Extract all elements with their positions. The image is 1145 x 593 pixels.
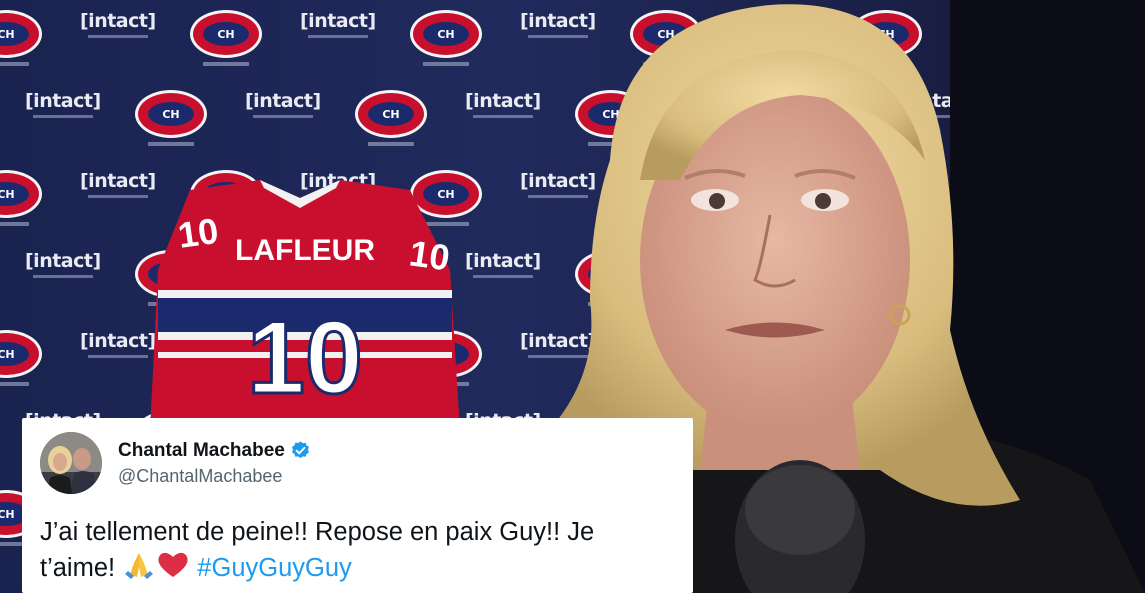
red-heart-icon bbox=[158, 552, 188, 577]
intact-sponsor-logo: [intact] bbox=[300, 10, 376, 38]
intact-sponsor-logo: [intact] bbox=[80, 10, 156, 38]
intact-sponsor-logo: [intact] bbox=[25, 250, 101, 278]
handle[interactable]: @ChantalMachabee bbox=[118, 466, 311, 487]
hashtag-link[interactable]: #GuyGuyGuy bbox=[197, 554, 351, 582]
tweet-card: Chantal Machabee @ChantalMachabee J’ai t… bbox=[22, 418, 693, 593]
canadiens-logo: CH bbox=[190, 10, 262, 66]
jersey-sleeve-number-right: 10 bbox=[407, 232, 452, 278]
display-name[interactable]: Chantal Machabee bbox=[118, 440, 285, 462]
canadiens-logo: CH bbox=[0, 10, 42, 66]
canadiens-logo: CH bbox=[0, 330, 42, 386]
praying-hands-icon bbox=[125, 553, 154, 579]
tweet-header: Chantal Machabee @ChantalMachabee bbox=[40, 432, 675, 494]
jersey-sleeve-number: 10 bbox=[175, 210, 220, 256]
intact-sponsor-logo: [intact] bbox=[80, 330, 156, 358]
jersey-number: 10 bbox=[247, 300, 363, 416]
avatar[interactable] bbox=[40, 432, 102, 494]
canadiens-logo: CH bbox=[0, 170, 42, 226]
intact-sponsor-logo: [intact] bbox=[245, 90, 321, 118]
canadiens-logo: CH bbox=[410, 10, 482, 66]
lafleur-jersey: LAFLEUR 10 10 10 bbox=[150, 180, 460, 430]
canadiens-logo: CH bbox=[355, 90, 427, 146]
intact-sponsor-logo: [intact] bbox=[25, 90, 101, 118]
intact-sponsor-logo: [intact] bbox=[80, 170, 156, 198]
avatar-photo bbox=[40, 432, 102, 494]
canadiens-logo: CH bbox=[135, 90, 207, 146]
verified-badge-icon bbox=[291, 441, 309, 459]
tweet-text: J’ai tellement de peine!! Repose en paix… bbox=[40, 516, 675, 585]
jersey-name: LAFLEUR bbox=[235, 234, 375, 267]
